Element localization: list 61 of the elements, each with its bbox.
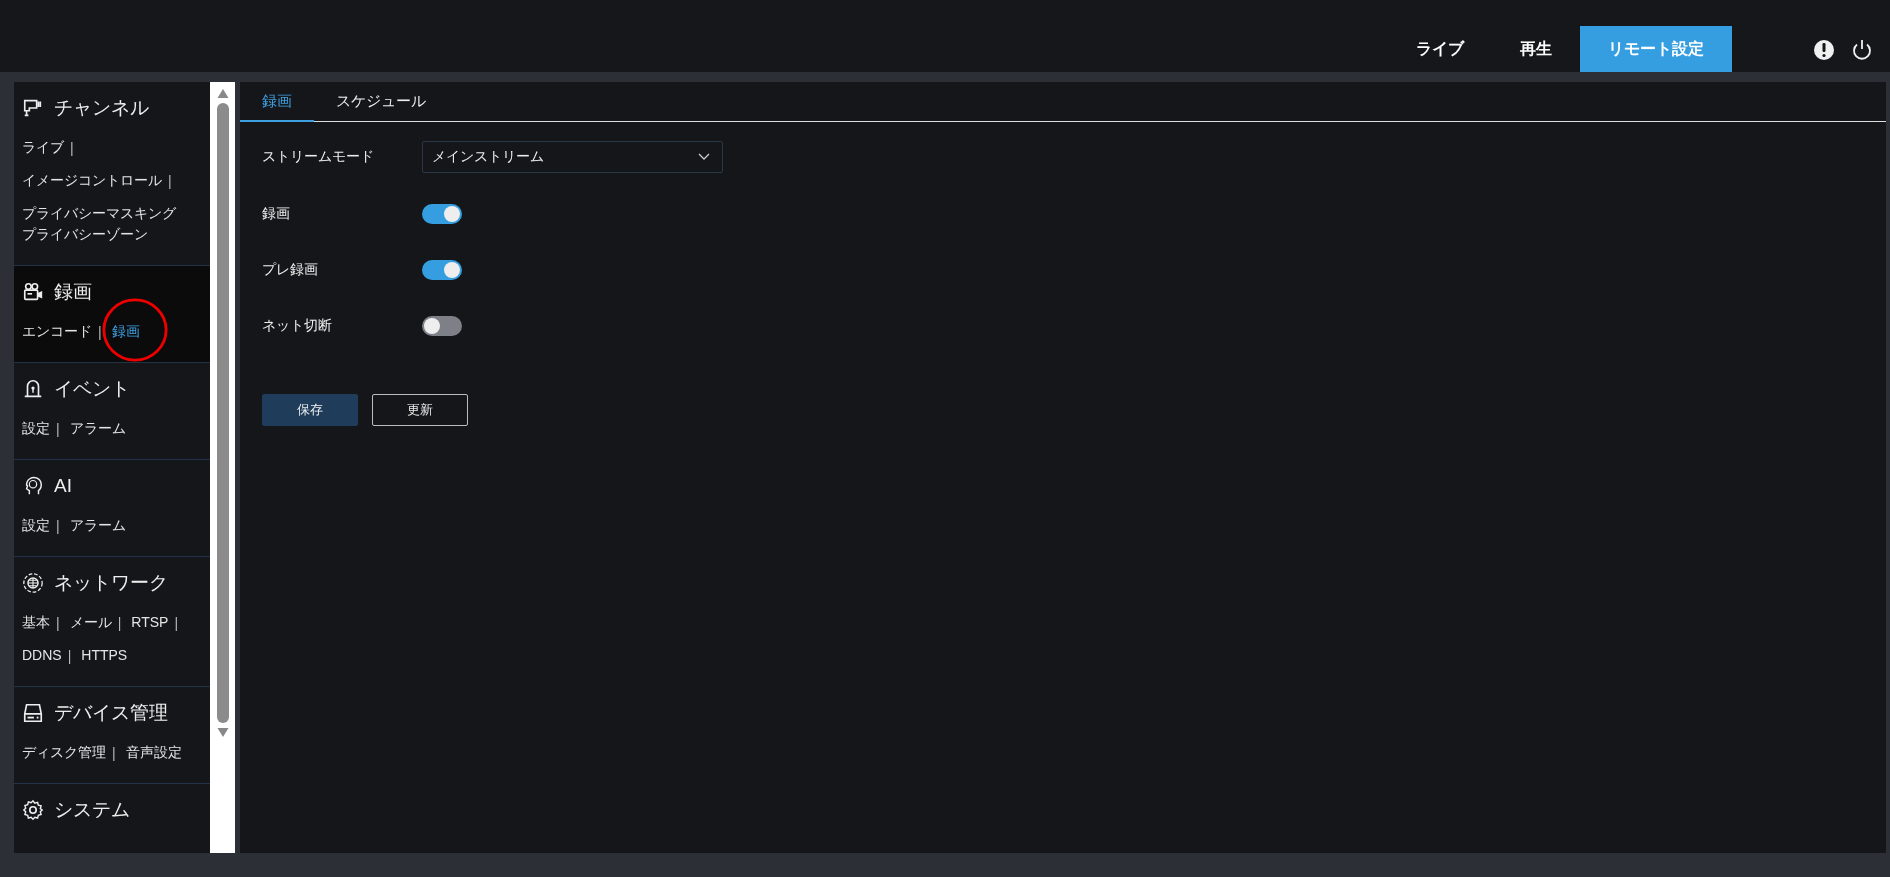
field-label: ストリームモード xyxy=(262,148,375,166)
section-title[interactable]: システム xyxy=(54,797,130,823)
separator: | xyxy=(67,647,72,664)
section-title[interactable]: 録画 xyxy=(54,279,92,305)
menu-link[interactable]: 録画 xyxy=(111,321,140,342)
menu-link[interactable]: HTTPS xyxy=(81,645,128,666)
toggle-switch[interactable] xyxy=(422,204,462,224)
separator: | xyxy=(56,420,60,437)
menu-link[interactable]: 音声設定 xyxy=(125,742,182,763)
field-label: プレ録画 xyxy=(262,261,319,279)
settings-icon xyxy=(22,799,44,821)
camera-icon xyxy=(22,97,44,119)
scroll-thumb[interactable] xyxy=(216,103,229,723)
menu-link[interactable]: ディスク管理 xyxy=(22,742,106,763)
menu-link[interactable]: 基本 xyxy=(22,612,50,633)
menu-link[interactable]: ライブ xyxy=(22,137,64,158)
globe-icon xyxy=(22,572,44,594)
annotation-circle xyxy=(102,296,168,364)
menu-link[interactable]: イメージコントロール xyxy=(22,170,162,191)
field-label: ネット切断 xyxy=(262,317,333,335)
tab[interactable]: 録画 xyxy=(240,82,314,122)
siren-icon xyxy=(22,378,44,400)
refresh-button[interactable]: 更新 xyxy=(372,394,468,426)
dropdown[interactable]: メインストリーム xyxy=(422,141,723,173)
menu-link[interactable]: RTSP xyxy=(131,612,169,633)
menu-link[interactable]: プライバシーゾーン xyxy=(22,224,148,245)
section-title[interactable]: イベント xyxy=(54,376,130,402)
section-title[interactable]: AI xyxy=(54,475,72,497)
scroll-down-icon[interactable] xyxy=(215,727,230,738)
nav-tab[interactable]: 再生 xyxy=(1492,26,1580,72)
separator: | xyxy=(112,744,116,761)
section-title[interactable]: ネットワーク xyxy=(54,570,168,596)
power-icon[interactable] xyxy=(1850,38,1874,62)
section-title[interactable]: デバイス管理 xyxy=(54,700,168,726)
nav-tab[interactable]: ライブ xyxy=(1388,26,1492,72)
separator: | xyxy=(56,517,60,534)
menu-link[interactable]: プライバシーマスキング xyxy=(22,203,176,224)
video-camera-icon xyxy=(22,281,44,303)
separator: | xyxy=(56,614,60,631)
toggle-switch[interactable] xyxy=(422,260,462,280)
menu-link[interactable]: メール xyxy=(69,612,112,633)
menu-link[interactable]: エンコード xyxy=(22,321,92,342)
scroll-up-icon[interactable] xyxy=(215,88,230,99)
chevron-icon xyxy=(698,153,710,161)
tab[interactable]: スケジュール xyxy=(314,82,448,122)
menu-link[interactable]: アラーム xyxy=(69,418,126,439)
toggle-switch[interactable] xyxy=(422,316,462,336)
section-title[interactable]: チャンネル xyxy=(54,95,149,121)
menu-link[interactable]: 設定 xyxy=(22,418,50,439)
menu-link[interactable]: 設定 xyxy=(22,515,50,536)
separator: | xyxy=(98,323,102,340)
menu-link[interactable]: DDNS xyxy=(22,645,62,666)
separator: | xyxy=(168,172,172,189)
separator: | xyxy=(117,614,122,631)
separator: | xyxy=(174,614,178,631)
hard-drive-icon xyxy=(22,702,44,724)
menu-link[interactable]: アラーム xyxy=(69,515,126,536)
field-label: 録画 xyxy=(262,205,291,223)
save-button[interactable]: 保存 xyxy=(262,394,358,426)
alert-icon[interactable] xyxy=(1812,38,1836,62)
separator: | xyxy=(70,139,74,156)
